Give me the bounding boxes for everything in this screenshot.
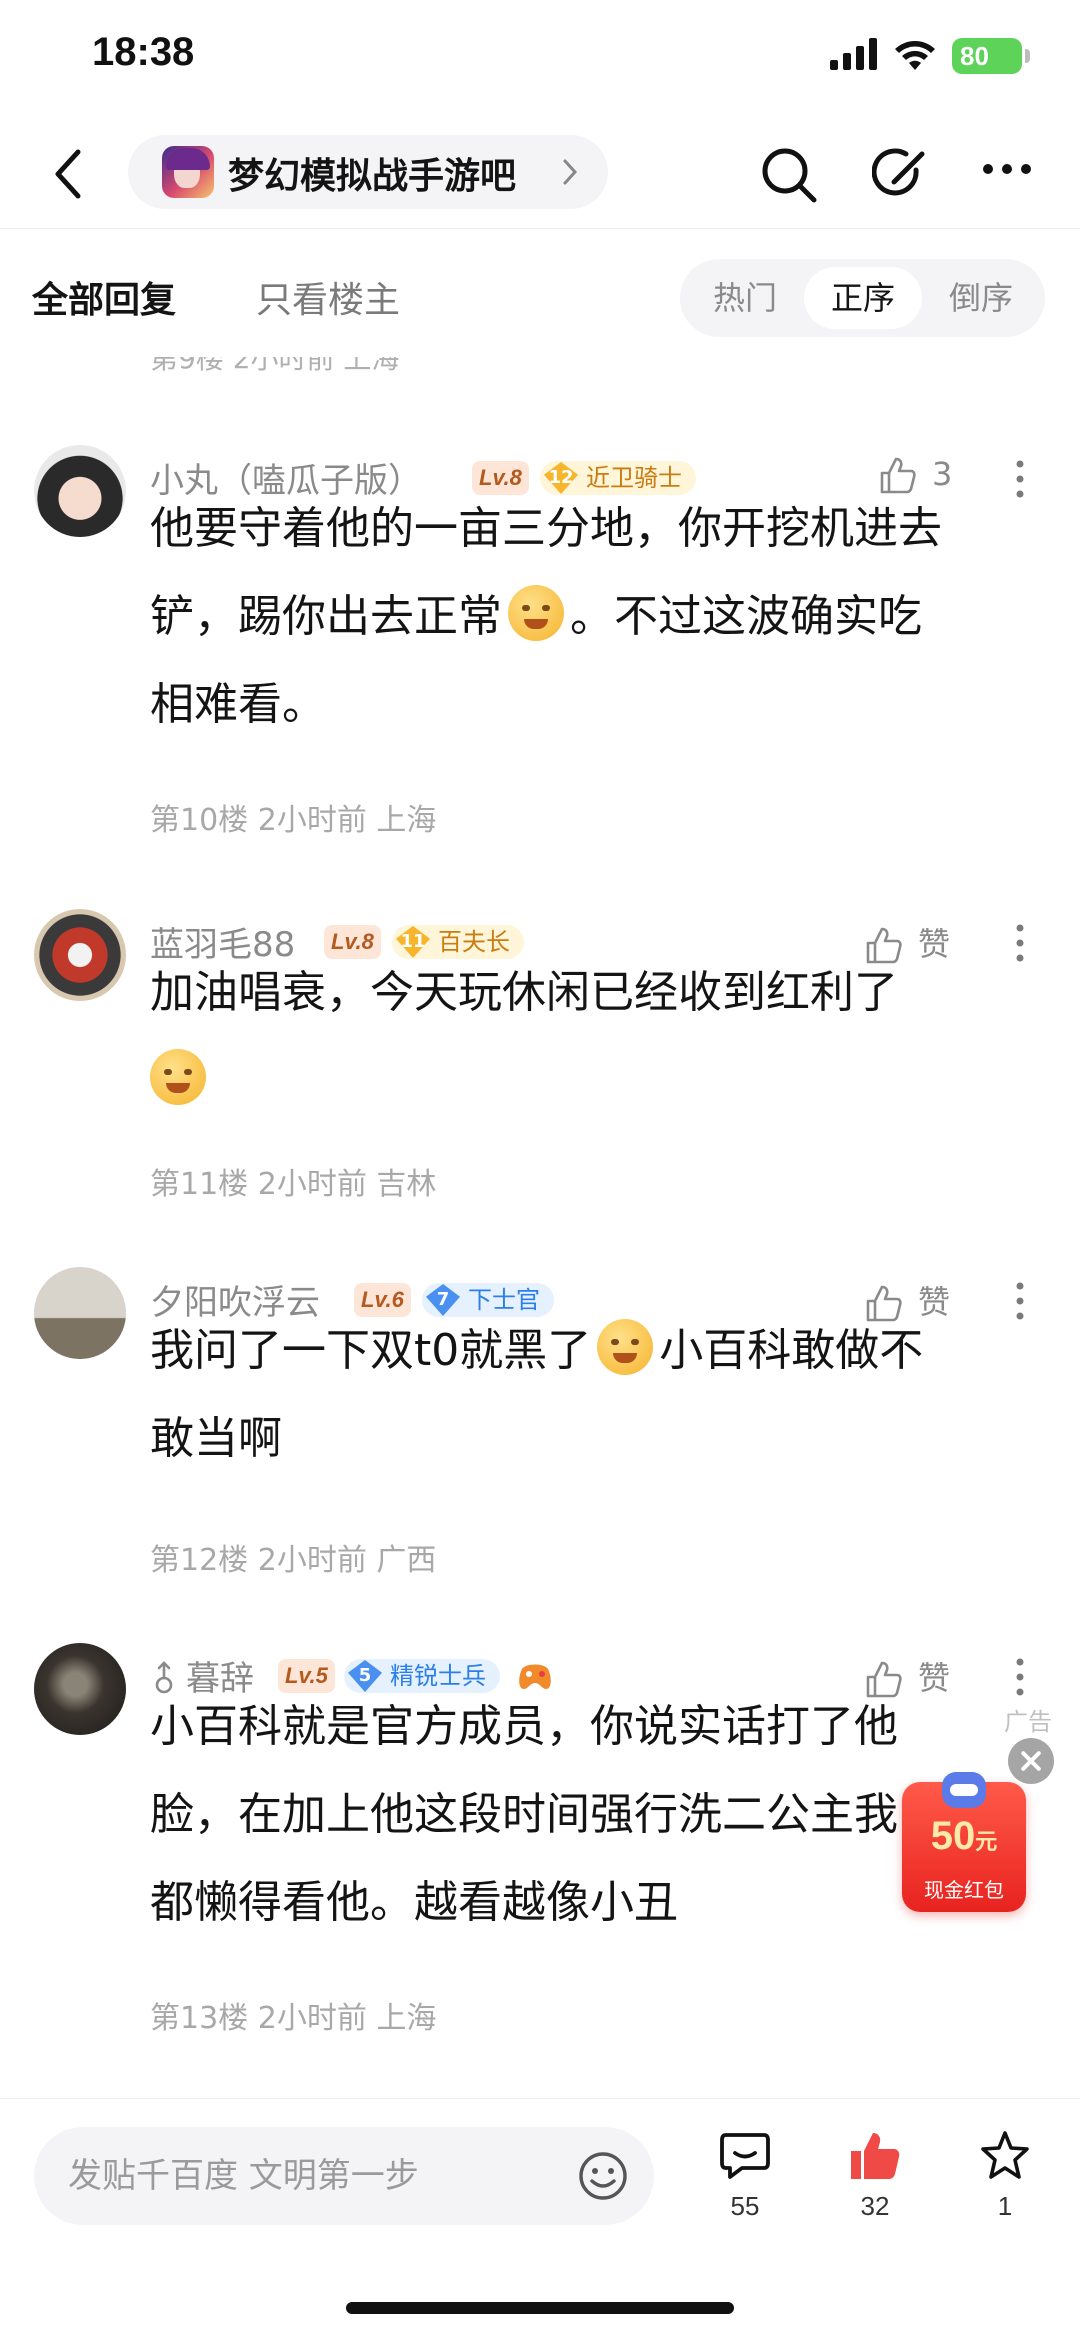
- more-options-icon[interactable]: [982, 162, 1032, 176]
- sort-hot[interactable]: 热门: [686, 267, 804, 329]
- red-packet-ad[interactable]: 50元 现金红包: [902, 1772, 1026, 1912]
- battery-icon: 80: [952, 38, 1030, 74]
- floor-meta: 第10楼 2小时前 上海: [150, 803, 437, 838]
- floor-meta: 第11楼 2小时前 吉林: [150, 1167, 437, 1202]
- sort-descending[interactable]: 倒序: [922, 267, 1040, 329]
- forum-name: 梦幻模拟战手游吧: [228, 156, 517, 197]
- forum-avatar: [162, 146, 214, 198]
- ad-close-icon[interactable]: [1008, 1738, 1054, 1784]
- avatar[interactable]: [34, 1267, 126, 1359]
- edit-share-icon[interactable]: [872, 146, 930, 204]
- floor-meta: 第13楼 2小时前 上海: [150, 2001, 437, 2036]
- reply-input-container[interactable]: [34, 2127, 654, 2225]
- reply-input[interactable]: [68, 2151, 568, 2201]
- sort-segmented-control: 热门 正序 倒序: [680, 259, 1045, 337]
- wifi-icon: [895, 41, 935, 70]
- thumbs-up-filled-icon: [851, 2133, 900, 2179]
- like-count-button[interactable]: 32: [830, 2129, 920, 2222]
- back-arrow-icon[interactable]: [48, 146, 88, 202]
- red-packet-amount: 50元: [930, 1814, 998, 1858]
- comment-count-button[interactable]: 55: [700, 2129, 790, 2222]
- reply-text: 加油唱衰，今天玩休闲已经收到红利了: [150, 949, 1050, 1125]
- red-packet-caption: 现金红包: [924, 1878, 1004, 1902]
- grin-emoji-icon: [508, 585, 564, 641]
- cellular-signal-icon: [830, 38, 877, 70]
- reply-text: 他要守着他的一亩三分地，你开挖机进去 铲，踢你出去正常 。不过这波确实吃 相难看。: [150, 503, 942, 730]
- reply-filter-bar: 全部回复 只看楼主 热门 正序 倒序: [0, 228, 1080, 356]
- status-bar: 18:38 80: [0, 0, 1080, 118]
- search-icon[interactable]: [760, 146, 818, 204]
- chevron-right-icon: [563, 159, 578, 185]
- yum-emoji-icon: [597, 1319, 654, 1375]
- top-nav: 梦幻模拟战手游吧: [0, 118, 1080, 228]
- partial-floor-meta: 第9楼 2小时前 上海: [150, 357, 400, 375]
- favorite-count: 1: [997, 2191, 1013, 2221]
- avatar[interactable]: [34, 1643, 126, 1735]
- emoji-picker-icon[interactable]: [578, 2151, 628, 2201]
- status-time: 18:38: [92, 30, 195, 74]
- tab-all-replies[interactable]: 全部回复: [32, 271, 176, 323]
- comment-count: 55: [730, 2191, 760, 2221]
- avatar[interactable]: [34, 909, 126, 1001]
- ad-label: 广告: [1004, 1708, 1052, 1736]
- star-icon: [981, 2131, 1029, 2179]
- avatar[interactable]: [34, 445, 126, 537]
- robot-mascot-icon: [942, 1772, 986, 1808]
- forum-entry-button[interactable]: 梦幻模拟战手游吧: [128, 135, 608, 209]
- hand-over-mouth-emoji-icon: [150, 1049, 206, 1105]
- floor-meta: 第12楼 2小时前 广西: [150, 1543, 437, 1578]
- favorite-count-button[interactable]: 1: [960, 2129, 1050, 2222]
- like-count: 32: [860, 2191, 890, 2221]
- home-indicator[interactable]: [346, 2302, 734, 2314]
- reply-text: 我问了一下双t0就黑了 小百科敢做不 敢当啊: [150, 1307, 1050, 1483]
- sort-ascending[interactable]: 正序: [804, 267, 922, 329]
- comment-bubble-icon: [720, 2133, 770, 2179]
- tab-op-only[interactable]: 只看楼主: [256, 271, 400, 323]
